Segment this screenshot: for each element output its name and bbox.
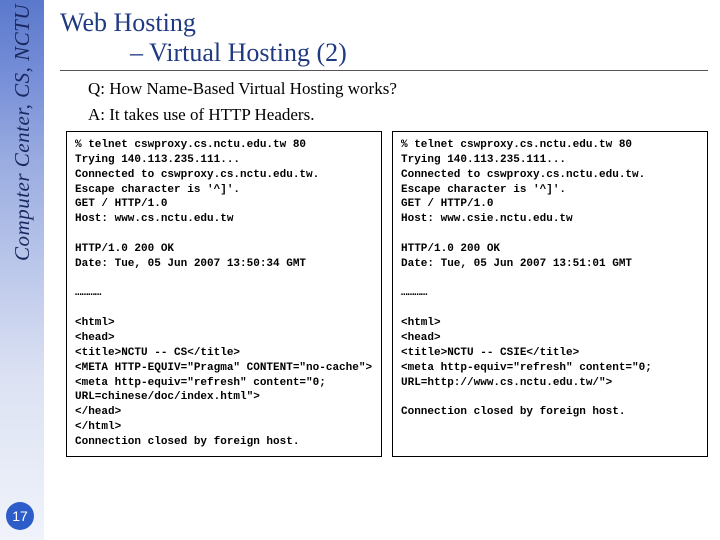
title-block: Web Hosting – Virtual Hosting (2) xyxy=(60,8,708,68)
question-text: Q: How Name-Based Virtual Hosting works? xyxy=(88,79,708,99)
left-code-box: % telnet cswproxy.cs.nctu.edu.tw 80 Tryi… xyxy=(66,131,382,457)
title-line2: – Virtual Hosting (2) xyxy=(60,38,708,68)
title-underline xyxy=(60,70,708,71)
page-number: 17 xyxy=(12,508,28,524)
page-number-badge: 17 xyxy=(6,502,34,530)
right-code-box: % telnet cswproxy.cs.nctu.edu.tw 80 Tryi… xyxy=(392,131,708,457)
code-columns: % telnet cswproxy.cs.nctu.edu.tw 80 Tryi… xyxy=(66,131,708,457)
sidebar-text: Computer Center, CS, NCTU xyxy=(10,4,35,261)
sidebar-strip: Computer Center, CS, NCTU xyxy=(0,0,44,540)
title-line1: Web Hosting xyxy=(60,8,708,38)
answer-text: A: It takes use of HTTP Headers. xyxy=(88,105,708,125)
qa-block: Q: How Name-Based Virtual Hosting works?… xyxy=(88,79,708,125)
slide-content: Web Hosting – Virtual Hosting (2) Q: How… xyxy=(60,8,708,530)
